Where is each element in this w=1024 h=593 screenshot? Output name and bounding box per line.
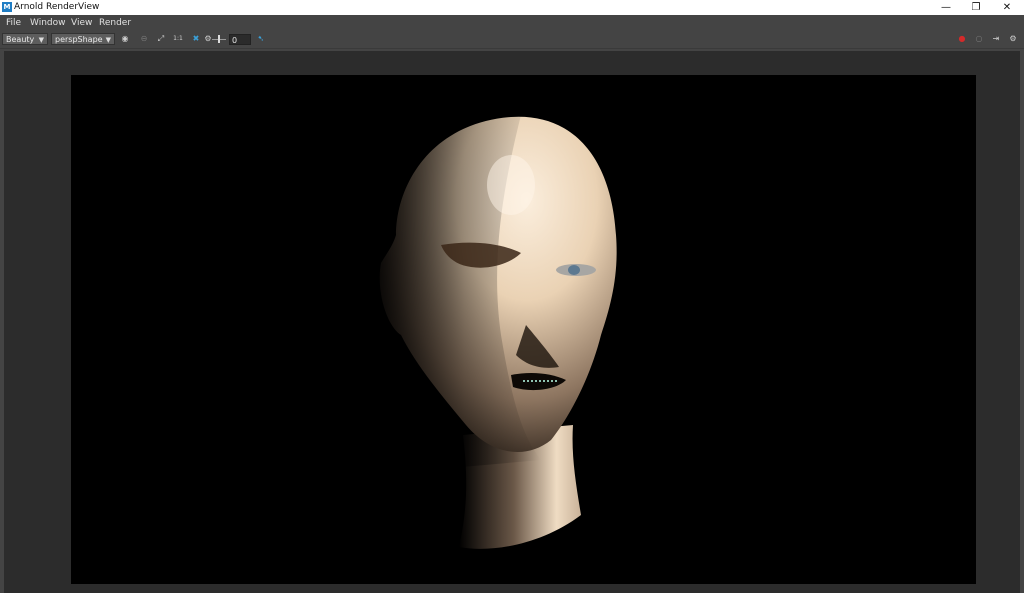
close-x-icon[interactable]: ✖ <box>191 34 201 44</box>
rendered-head-image <box>371 115 617 549</box>
restore-button[interactable]: ❐ <box>961 0 991 15</box>
menu-file[interactable]: File <box>6 17 21 29</box>
render-region-icon[interactable]: ◉ <box>120 34 130 44</box>
render-record-icon[interactable]: ● <box>957 34 967 44</box>
menu-render[interactable]: Render <box>99 17 131 29</box>
aov-dropdown-value: Beauty <box>6 35 35 44</box>
window-title: Arnold RenderView <box>14 2 100 12</box>
frame-input[interactable]: 0 <box>229 34 251 45</box>
maya-app-icon: M <box>2 2 12 12</box>
close-button[interactable]: ✕ <box>992 0 1022 15</box>
menu-view[interactable]: View <box>71 17 92 29</box>
fit-icon[interactable]: 1:1 <box>173 34 183 44</box>
chevron-down-icon: ▼ <box>38 36 44 44</box>
render-image[interactable] <box>71 75 976 584</box>
menu-bar: File Window View Render <box>0 15 1024 31</box>
options-gear-icon[interactable]: ⚙ <box>1008 34 1018 44</box>
sidebar-toggle-icon[interactable]: ⇥ <box>991 34 1001 44</box>
crop-icon[interactable]: ⤢ <box>156 34 166 44</box>
frame-slider-handle[interactable] <box>218 35 220 43</box>
camera-dropdown[interactable]: perspShape ▼ <box>51 33 115 45</box>
aov-dropdown[interactable]: Beauty ▼ <box>2 33 48 45</box>
camera-dropdown-value: perspShape <box>55 35 103 44</box>
menu-window[interactable]: Window <box>30 17 66 29</box>
pointer-icon[interactable]: ➷ <box>256 34 266 44</box>
chevron-down-icon: ▼ <box>105 36 111 44</box>
minimize-button[interactable]: — <box>931 0 961 15</box>
stop-render-icon[interactable]: ○ <box>974 34 984 44</box>
snapshot-icon[interactable]: ⊖ <box>139 34 149 44</box>
title-bar: M Arnold RenderView — ❐ ✕ <box>0 0 1024 15</box>
toolbar: Beauty ▼ perspShape ▼ ◉ ⊖ ⤢ 1:1 ✖ ⚙ ➷ ● … <box>0 31 1024 49</box>
